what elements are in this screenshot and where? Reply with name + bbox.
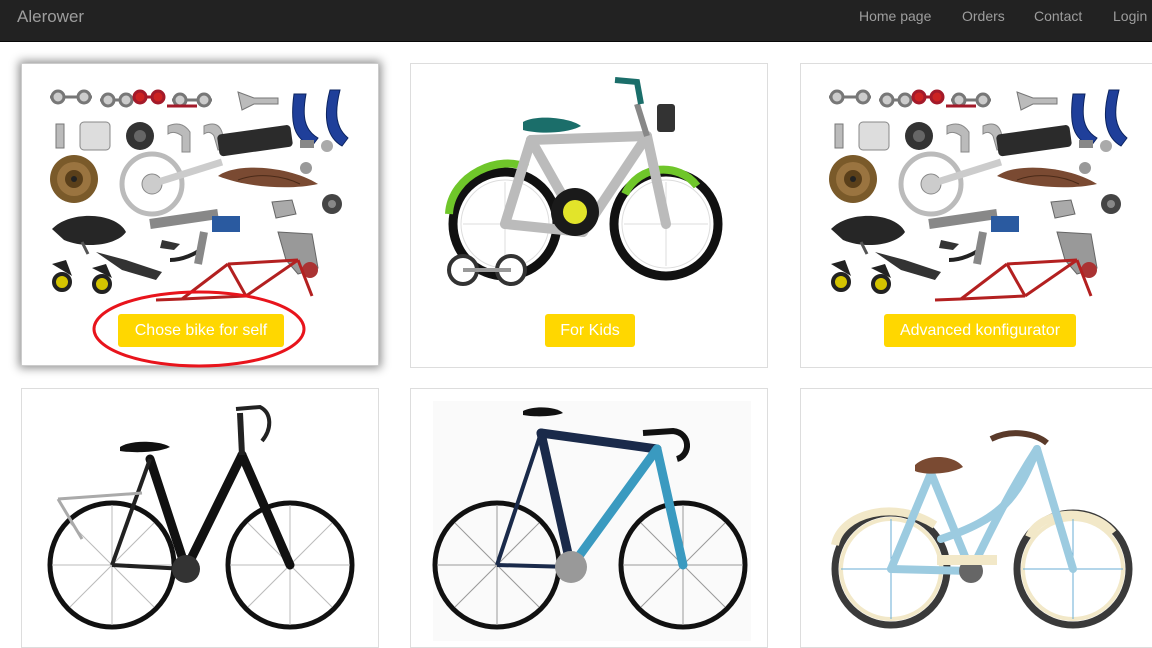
bike-parts-image — [801, 64, 1152, 314]
cruiser-bike-image — [831, 430, 1133, 629]
chose-bike-button[interactable]: Chose bike for self — [118, 314, 284, 347]
bike-parts-image — [22, 64, 379, 314]
advanced-konfigurator-button[interactable]: Advanced konfigurator — [884, 314, 1076, 347]
brand-logo[interactable]: Alerower — [17, 7, 84, 27]
nav-orders[interactable]: Orders — [962, 8, 1005, 24]
card-trekking-bike[interactable] — [21, 388, 379, 648]
card-road-bike[interactable] — [410, 388, 768, 648]
for-kids-button[interactable]: For Kids — [545, 314, 635, 347]
card-for-kids: For Kids — [410, 63, 768, 368]
road-bike-image — [432, 401, 751, 641]
nav-contact[interactable]: Contact — [1034, 8, 1082, 24]
card-advanced-konfigurator: Advanced konfigurator — [800, 63, 1152, 368]
top-navbar: Alerower Home page Orders Contact Login — [0, 0, 1152, 42]
kids-bike-image — [445, 77, 723, 286]
trekking-bike-image — [47, 404, 355, 630]
nav-home[interactable]: Home page — [859, 8, 931, 24]
card-chose-bike: Chose bike for self — [21, 63, 379, 366]
card-cruiser-bike[interactable] — [800, 388, 1152, 648]
nav-login[interactable]: Login — [1113, 8, 1147, 24]
